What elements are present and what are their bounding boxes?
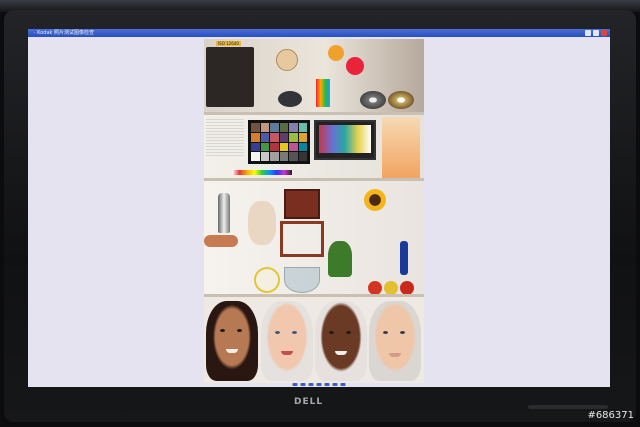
fruit-object (400, 281, 414, 295)
previous-icon[interactable] (292, 383, 298, 386)
flower-object (328, 45, 344, 61)
minimize-icon[interactable] (585, 30, 591, 36)
monitor-button-strip[interactable] (528, 405, 608, 409)
hand-object (204, 235, 238, 247)
fruit-object (384, 281, 398, 295)
fruit-object (368, 281, 382, 295)
stack-of-paper-object (206, 117, 244, 157)
close-icon[interactable] (601, 30, 607, 36)
speaker-object (206, 47, 254, 107)
portrait-woman (206, 301, 258, 381)
vase-object (400, 241, 408, 275)
portrait-baby (315, 301, 367, 381)
window-controls (585, 30, 607, 36)
dell-logo: DELL (294, 397, 324, 407)
delete-icon[interactable] (340, 383, 346, 386)
sunflower-object (364, 189, 386, 211)
next-icon[interactable] (300, 383, 306, 386)
portrait-baby (261, 301, 313, 381)
image-viewer-canvas: ISO 12640 (28, 37, 610, 387)
watermark-text: #686371 (587, 410, 634, 421)
wooden-box-object (284, 189, 320, 219)
cd-disc-object (360, 91, 386, 109)
postcard-object (382, 117, 420, 179)
wooden-shelf-object (280, 221, 324, 257)
clock-object (276, 49, 298, 71)
color-strip (232, 170, 292, 175)
glass-bowl-object (284, 267, 320, 293)
photo-portraits (204, 297, 424, 383)
color-checker-chart (248, 120, 310, 164)
window-titlebar: · Kodak 照片测试图像检查 (28, 29, 610, 37)
clock-object (254, 267, 280, 293)
monitor-screen: · Kodak 照片测试图像检查 ISO 12640 (28, 29, 610, 387)
plant-object (328, 241, 352, 277)
window-title: · Kodak 照片测试图像检查 (34, 30, 94, 36)
rock-object (278, 91, 302, 107)
photo-shelf-objects (204, 181, 424, 297)
rotate-icon[interactable] (332, 383, 338, 386)
zoom-out-icon[interactable] (316, 383, 322, 386)
displayed-photo[interactable]: ISO 12640 (204, 39, 424, 383)
flower-object (346, 57, 364, 75)
photo-shelf-top: ISO 12640 (204, 39, 424, 115)
pencil-cup-object (316, 79, 330, 107)
fit-icon[interactable] (324, 383, 330, 386)
portrait-baby (369, 301, 421, 381)
zoom-in-icon[interactable] (308, 383, 314, 386)
cocktail-shaker-object (218, 193, 230, 233)
label-card: ISO 12640 (216, 41, 241, 46)
maximize-icon[interactable] (593, 30, 599, 36)
cd-disc-object (388, 91, 414, 109)
doll-object (248, 201, 276, 245)
photo-shelf-colorchecker (204, 115, 424, 181)
monitor-object (314, 120, 376, 160)
viewer-toolbar (292, 383, 346, 386)
